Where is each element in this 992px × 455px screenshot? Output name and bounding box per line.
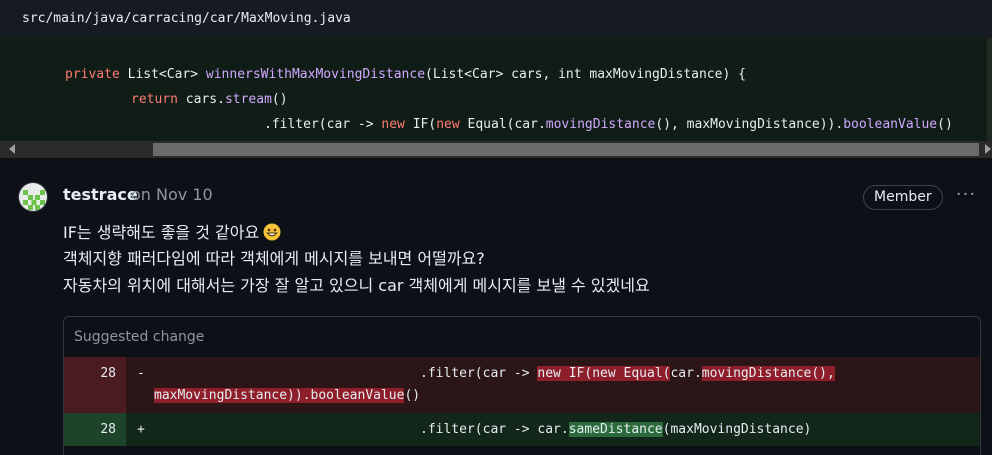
code-token: .filter(car -> car. [420, 422, 569, 437]
suggested-change-box: Suggested change 28 - .filter(car -> new… [63, 316, 981, 455]
code-token: car. [670, 366, 702, 381]
diff-gutter: 28 [64, 413, 126, 446]
code-block: private List<Car> winnersWithMaxMovingDi… [0, 38, 992, 141]
diff-deleted-row: 28 - .filter(car -> new IF(new Equal(car… [64, 357, 980, 413]
code-token: () [404, 388, 421, 403]
member-badge: Member [863, 185, 943, 210]
scroll-thumb[interactable] [153, 143, 979, 156]
code-token: movingDistance [545, 117, 656, 132]
diff-added-row: 28 + .filter(car -> car.sameDistance(max… [64, 413, 980, 446]
code-token: new [436, 117, 460, 132]
code-token: return [131, 92, 178, 107]
code-token: List<Car> [119, 67, 206, 82]
code-token: stream [224, 92, 272, 107]
code-token: (), maxMovingDistance)). [655, 117, 844, 132]
removed-highlight: maxMovingDistance)).booleanValue [154, 388, 405, 403]
code-token: winnersWithMaxMovingDistance [205, 67, 426, 82]
comment-author[interactable]: testrace [63, 185, 138, 204]
code-line-2: return cars.stream() [131, 92, 288, 107]
removed-highlight: new IF(new Equal( [537, 366, 671, 381]
line-number[interactable]: 28 [100, 366, 116, 381]
comment-text-line-2: 객체지향 패러다임에 따라 객체에게 메시지를 보내면 어떨까요? [63, 249, 485, 268]
removed-highlight: movingDistance(), [701, 366, 835, 381]
more-options-icon[interactable]: ··· [954, 186, 978, 208]
comment-text-line-3: 자동차의 위치에 대해서는 가장 잘 알고 있으니 car 객체에게 메시지를 … [63, 276, 650, 295]
diff-deleted-code-line-2: maxMovingDistance)).booleanValue() [154, 388, 420, 403]
code-token: private [65, 67, 120, 82]
avatar[interactable] [18, 182, 48, 212]
code-token: .filter(car -> [264, 117, 382, 132]
grinning-face-icon [263, 223, 281, 241]
horizontal-scrollbar[interactable] [0, 141, 992, 158]
comment-text-line-1: IF는 생략해도 좋을 것 같아요 [63, 219, 281, 243]
file-header: src/main/java/carracing/car/MaxMoving.ja… [0, 0, 992, 38]
diff-deleted-code-line-1: .filter(car -> new IF(new Equal(car.movi… [420, 366, 835, 381]
code-line-1: private List<Car> winnersWithMaxMovingDi… [65, 67, 746, 82]
code-token: () [271, 92, 288, 107]
code-line-3: .filter(car -> new IF(new Equal(car.movi… [264, 117, 953, 132]
code-token: .filter(car -> [420, 366, 538, 381]
diff-added-code-line: .filter(car -> car.sameDistance(maxMovin… [420, 422, 811, 437]
code-token: () [937, 117, 953, 132]
code-token: IF( [404, 117, 437, 132]
code-token: (List<Car> cars, int maxMovingDistance) … [425, 67, 746, 82]
file-path[interactable]: src/main/java/carracing/car/MaxMoving.ja… [22, 11, 351, 26]
diff-sign-plus: + [137, 422, 145, 437]
diff-gutter: 28 [64, 357, 126, 413]
code-token: new [381, 117, 405, 132]
suggested-change-title: Suggested change [74, 329, 205, 345]
diff-sign-minus: - [137, 366, 145, 381]
code-edge [987, 38, 992, 141]
code-token: Equal(car. [459, 117, 546, 132]
scroll-right-icon[interactable] [985, 144, 991, 154]
code-token: (maxMovingDistance) [662, 422, 812, 437]
comment-text: IF는 생략해도 좋을 것 같아요 [63, 223, 260, 242]
added-highlight: sameDistance [568, 422, 663, 437]
identicon-icon [19, 183, 47, 211]
code-token: booleanValue [843, 117, 938, 132]
line-number[interactable]: 28 [100, 422, 116, 437]
comment-date[interactable]: on Nov 10 [131, 185, 213, 204]
scroll-left-icon[interactable] [9, 144, 15, 154]
code-token: cars. [177, 92, 225, 107]
